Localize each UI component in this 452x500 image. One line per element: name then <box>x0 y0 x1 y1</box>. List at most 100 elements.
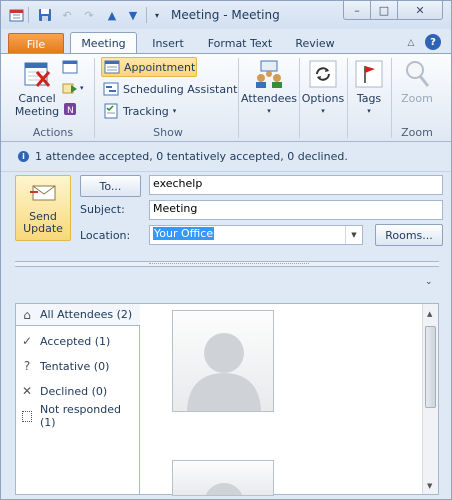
appointment-button[interactable]: Appointment <box>101 57 197 77</box>
svg-text:N: N <box>67 106 74 116</box>
info-bar: i 1 attendee accepted, 0 tentatively acc… <box>1 142 451 172</box>
tab-insert[interactable]: Insert <box>143 32 193 54</box>
options-button[interactable]: Options ▾ <box>301 58 345 118</box>
title-bar: ↶ ↷ ▲ ▼ ▾ Meeting - Meeting – □ ✕ <box>1 1 451 29</box>
options-dropdown-icon: ▾ <box>321 107 325 115</box>
send-update-button[interactable]: Send Update <box>15 175 71 241</box>
ribbon: Cancel Meeting ▾ N Actions Appointment S… <box>1 53 451 142</box>
group-label-show: Show <box>153 126 183 139</box>
attendees-button[interactable]: Attendees ▾ <box>241 58 297 118</box>
filter-tentative[interactable]: ? Tentative (0) <box>16 355 140 377</box>
tracking-label: Tracking <box>123 104 169 118</box>
window-title: Meeting - Meeting <box>171 8 280 22</box>
down-arrow-icon[interactable]: ▼ <box>125 8 141 22</box>
scheduling-assistant-button[interactable]: Scheduling Assistant <box>103 79 237 99</box>
attendee-filter-nav: ⌂ All Attendees (2) ✓ Accepted (1) ? Ten… <box>16 304 140 494</box>
forward-button[interactable]: ▾ <box>62 78 84 98</box>
cancel-meeting-label: Cancel Meeting <box>14 92 60 118</box>
tab-review[interactable]: Review <box>289 32 341 54</box>
maximize-button[interactable]: □ <box>370 1 398 20</box>
meeting-window: ↶ ↷ ▲ ▼ ▾ Meeting - Meeting – □ ✕ File M… <box>0 0 452 500</box>
recurrence-icon <box>307 58 339 90</box>
person-silhouette-icon <box>205 483 243 495</box>
filter-label: Declined (0) <box>40 384 108 398</box>
meeting-form: Send Update To... exechelp Subject: Meet… <box>1 172 451 256</box>
tracking-icon <box>103 103 119 119</box>
close-button[interactable]: ✕ <box>397 1 443 20</box>
scroll-up-icon[interactable]: ▲ <box>427 310 432 318</box>
splitter-grip <box>149 263 309 265</box>
cancel-calendar-icon <box>21 58 53 90</box>
attendees-label: Attendees <box>241 92 297 105</box>
collapse-ribbon-icon[interactable]: △ <box>405 32 417 54</box>
person-silhouette-icon <box>187 333 261 411</box>
group-label-actions: Actions <box>32 126 74 139</box>
filter-declined[interactable]: ✕ Declined (0) <box>16 380 140 402</box>
filter-all-attendees[interactable]: ⌂ All Attendees (2) <box>16 304 140 326</box>
help-icon[interactable]: ? <box>425 34 441 50</box>
attendees-icon <box>253 58 285 90</box>
ribbon-separator <box>238 58 239 138</box>
vertical-scrollbar[interactable]: ▲ ▼ <box>422 304 438 494</box>
tracking-panel: ⌂ All Attendees (2) ✓ Accepted (1) ? Ten… <box>15 303 439 496</box>
to-button[interactable]: To... <box>80 175 141 197</box>
calendar-view-icon <box>62 59 78 75</box>
filter-not-responded[interactable]: Not responded (1) <box>16 403 140 429</box>
appointment-label: Appointment <box>124 60 196 74</box>
calendar-icon[interactable] <box>8 8 24 22</box>
filter-label: Accepted (1) <box>40 334 111 348</box>
redo-icon[interactable]: ↷ <box>81 8 97 22</box>
x-icon: ✕ <box>21 384 33 398</box>
attendee-avatar[interactable] <box>172 460 274 496</box>
up-arrow-icon[interactable]: ▲ <box>104 8 120 22</box>
scheduling-label: Scheduling Assistant <box>123 82 238 96</box>
scrollbar-thumb[interactable] <box>425 326 436 408</box>
tab-meeting[interactable]: Meeting <box>70 32 137 54</box>
tab-file[interactable]: File <box>8 33 64 54</box>
cancel-meeting-button[interactable]: Cancel Meeting <box>13 58 61 118</box>
body-splitter[interactable] <box>15 261 439 267</box>
attendees-dropdown-icon: ▾ <box>267 107 271 115</box>
info-icon: i <box>18 151 29 162</box>
tags-dropdown-icon: ▾ <box>367 107 371 115</box>
chevron-down-icon[interactable]: ⌄ <box>425 277 433 287</box>
forward-dropdown-icon: ▾ <box>80 84 84 92</box>
tags-label: Tags <box>356 92 382 105</box>
subject-field[interactable]: Meeting <box>149 200 443 220</box>
group-label-zoom: Zoom <box>401 126 433 139</box>
ribbon-separator <box>347 58 348 138</box>
minimize-button[interactable]: – <box>343 1 371 20</box>
envelope-icon <box>29 182 57 205</box>
not-responded-icon <box>20 409 34 423</box>
location-value: Your Office <box>153 227 215 240</box>
customize-icon[interactable]: ▾ <box>149 8 165 22</box>
save-icon[interactable] <box>37 8 53 22</box>
onenote-icon: N <box>62 101 78 117</box>
ribbon-tabs: File Meeting Insert Format Text Review △… <box>1 29 451 54</box>
tags-button[interactable]: Tags ▾ <box>351 58 387 118</box>
filter-label: All Attendees (2) <box>40 308 133 321</box>
magnifier-icon <box>401 58 433 90</box>
people-icon: ⌂ <box>23 307 31 322</box>
filter-accepted[interactable]: ✓ Accepted (1) <box>16 330 140 352</box>
ribbon-separator <box>94 58 95 138</box>
undo-icon[interactable]: ↶ <box>59 8 75 22</box>
to-field[interactable]: exechelp <box>149 175 443 195</box>
attendee-avatar[interactable] <box>172 310 274 412</box>
rooms-button[interactable]: Rooms... <box>375 224 443 246</box>
flag-icon <box>353 58 385 90</box>
subject-label: Subject: <box>80 203 125 216</box>
location-field[interactable]: Your Office <box>149 225 363 245</box>
location-dropdown-icon[interactable]: ▼ <box>345 226 362 244</box>
scroll-down-icon[interactable]: ▼ <box>427 482 432 490</box>
question-icon: ? <box>23 359 31 373</box>
appointment-icon <box>104 59 120 75</box>
ribbon-separator <box>391 58 392 138</box>
calendar-view-button[interactable] <box>62 57 82 77</box>
delete-meeting-button[interactable]: N <box>62 99 82 119</box>
tab-format-text[interactable]: Format Text <box>201 32 279 54</box>
tracking-button[interactable]: Tracking ▾ <box>103 101 176 121</box>
filter-label: Not responded (1) <box>40 403 121 429</box>
ribbon-separator <box>299 58 300 138</box>
zoom-button[interactable]: Zoom <box>397 58 437 105</box>
